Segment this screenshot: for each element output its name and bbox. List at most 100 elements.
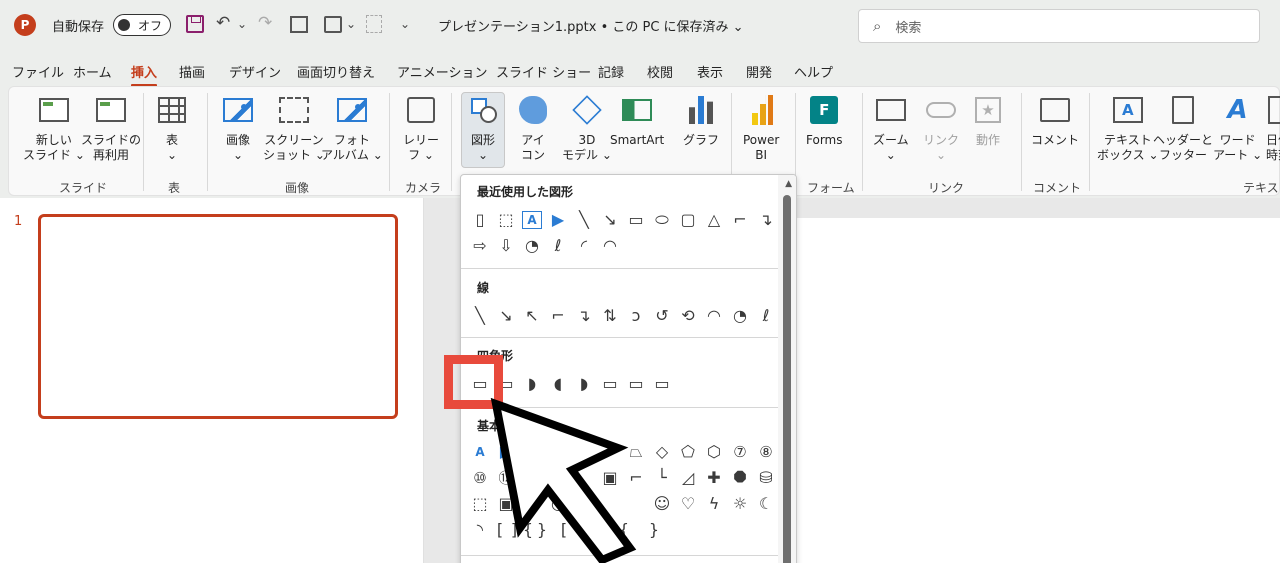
save-icon[interactable] xyxy=(186,15,204,33)
shapes-button[interactable]: 図形 ⌄ xyxy=(461,92,505,168)
line-elbow-arrow[interactable]: ↴ xyxy=(571,303,597,329)
header-footer-button[interactable]: ヘッダーと フッター xyxy=(1153,93,1213,163)
tab-slideshow[interactable]: スライド ショー xyxy=(496,62,591,81)
forms-button[interactable]: F Forms xyxy=(806,93,842,148)
rect-snip-single[interactable]: ◗ xyxy=(519,371,545,397)
tab-animations[interactable]: アニメーション xyxy=(397,62,487,81)
slide-canvas[interactable] xyxy=(796,218,1280,563)
basic-sun[interactable]: ☼ xyxy=(727,491,753,517)
line-freeform[interactable]: ◔ xyxy=(727,303,753,329)
textbox-button[interactable]: A テキスト ボックス ⌄ xyxy=(1097,93,1159,163)
icons-button[interactable]: アイ コン xyxy=(516,93,550,163)
basic-diamond[interactable]: ◇ xyxy=(649,439,675,465)
shape-rectangle[interactable]: ▭ xyxy=(623,207,649,233)
line-curve[interactable]: ◠ xyxy=(701,303,727,329)
autosave-toggle[interactable]: オフ xyxy=(113,14,171,36)
shape-line[interactable]: ╲ xyxy=(571,207,597,233)
shape-arrow-line[interactable]: ↘ xyxy=(597,207,623,233)
basic-octagon[interactable]: ⑧ xyxy=(753,439,779,465)
rect-round-same[interactable]: ▭ xyxy=(649,371,675,397)
tab-insert[interactable]: 挿入 xyxy=(131,62,158,87)
dropdown-scrollbar[interactable]: ▲ xyxy=(778,175,796,563)
basic-heart[interactable]: ♡ xyxy=(675,491,701,517)
new-slide-button[interactable]: 新しい スライド ⌄ xyxy=(23,93,85,163)
scroll-up-icon[interactable]: ▲ xyxy=(785,179,792,189)
wordart-button[interactable]: A ワード アート ⌄ xyxy=(1213,93,1262,163)
undo-dropdown-icon[interactable]: ⌄ xyxy=(237,17,247,31)
shape-freeform[interactable]: ◔ xyxy=(519,233,545,259)
present-icon[interactable] xyxy=(290,16,308,33)
shape-cylinder[interactable]: ▯ xyxy=(467,207,493,233)
line-arrow[interactable]: ↘ xyxy=(493,303,519,329)
date-time-button[interactable]: 日付 時刻 xyxy=(1261,93,1280,163)
tab-home[interactable]: ホーム xyxy=(73,62,112,81)
scroll-thumb[interactable] xyxy=(783,195,791,563)
tab-file[interactable]: ファイル xyxy=(12,62,64,81)
line-scribble[interactable]: ℓ xyxy=(753,303,779,329)
basic-l-shape[interactable]: └ xyxy=(649,465,675,491)
line-double-arrow[interactable]: ↖ xyxy=(519,303,545,329)
basic-hexagon[interactable]: ⬡ xyxy=(701,439,727,465)
tab-view[interactable]: 表示 xyxy=(697,62,723,81)
tab-draw[interactable]: 描画 xyxy=(179,62,205,81)
shape-cube[interactable]: ⬚ xyxy=(493,207,519,233)
basic-plaque[interactable]: ⯃ xyxy=(727,465,753,491)
line-curved-arrow[interactable]: ↺ xyxy=(649,303,675,329)
rect-round-single[interactable]: ▭ xyxy=(623,371,649,397)
line-straight[interactable]: ╲ xyxy=(467,303,493,329)
comment-button[interactable]: コメント xyxy=(1031,93,1079,148)
smartart-button[interactable]: SmartArt xyxy=(610,93,664,148)
line-curved-double-arrow[interactable]: ⟲ xyxy=(675,303,701,329)
shape-vertical-textbox[interactable]: ▶ xyxy=(545,207,571,233)
basic-cross[interactable]: ✚ xyxy=(701,465,727,491)
basic-diagonal-stripe[interactable]: ◿ xyxy=(675,465,701,491)
shape-textbox[interactable]: A xyxy=(522,211,542,229)
table-button[interactable]: 表 ⌄ xyxy=(155,93,189,163)
basic-lightning[interactable]: ϟ xyxy=(701,491,727,517)
tab-developer[interactable]: 開発 xyxy=(746,62,772,81)
powerbi-button[interactable]: Power BI xyxy=(743,93,779,163)
basic-can[interactable]: ⛁ xyxy=(753,465,779,491)
tab-help[interactable]: ヘルプ xyxy=(794,62,833,81)
tab-design[interactable]: デザイン xyxy=(229,62,281,81)
shape-elbow-arrow[interactable]: ↴ xyxy=(753,207,779,233)
basic-pentagon[interactable]: ⬠ xyxy=(675,439,701,465)
undo-icon[interactable]: ↶ xyxy=(216,13,230,33)
line-elbow-double-arrow[interactable]: ⇅ xyxy=(597,303,623,329)
shape-rounded-rectangle[interactable]: ▢ xyxy=(675,207,701,233)
shape-right-arrow[interactable]: ⇨ xyxy=(467,233,493,259)
shape-down-arrow[interactable]: ⇩ xyxy=(493,233,519,259)
cameo-button[interactable]: レリー フ ⌄ xyxy=(403,93,439,163)
reuse-slide-button[interactable]: スライドの 再利用 xyxy=(81,93,141,163)
tab-review[interactable]: 校閲 xyxy=(647,62,673,81)
document-title[interactable]: プレゼンテーション1.pptx • この PC に保存済み ⌄ xyxy=(438,16,744,35)
screenshot-button[interactable]: スクリーン ショット ⌄ xyxy=(263,93,325,163)
shape-curve[interactable]: ◠ xyxy=(597,233,623,259)
shape-oval[interactable]: ⬭ xyxy=(649,207,675,233)
shape-elbow-connector[interactable]: ⌐ xyxy=(727,207,753,233)
quick-access-dropdown-icon[interactable]: ⌄ xyxy=(346,17,356,31)
basic-moon[interactable]: ☾ xyxy=(753,491,779,517)
slide-thumbnail[interactable] xyxy=(38,214,398,419)
quick-access-icon[interactable] xyxy=(324,16,342,33)
rect-snip-same[interactable]: ◖ xyxy=(545,371,571,397)
chart-button[interactable]: グラフ xyxy=(683,93,719,148)
customize-toolbar-icon[interactable]: ⌄ xyxy=(400,17,410,31)
tab-transitions[interactable]: 画面切り替え xyxy=(297,62,375,81)
shape-triangle[interactable]: △ xyxy=(701,207,727,233)
line-curved[interactable]: ↄ xyxy=(623,303,649,329)
images-button[interactable]: 画像 ⌄ xyxy=(221,93,255,163)
shape-scribble[interactable]: ℓ xyxy=(545,233,571,259)
tab-record[interactable]: 記録 xyxy=(598,62,624,81)
3d-models-button[interactable]: 3D モデル ⌄ xyxy=(562,93,612,163)
basic-right-brace-2[interactable]: } xyxy=(639,517,669,543)
line-elbow[interactable]: ⌐ xyxy=(545,303,571,329)
zoom-button[interactable]: ズーム ⌄ xyxy=(873,93,909,163)
basic-smiley[interactable]: ☺ xyxy=(649,491,675,517)
rect-snip-diagonal[interactable]: ◗ xyxy=(571,371,597,397)
basic-heptagon[interactable]: ⑦ xyxy=(727,439,753,465)
rect-snip-round[interactable]: ▭ xyxy=(597,371,623,397)
search-box[interactable]: ⌕ 検索 xyxy=(858,9,1260,43)
shape-arc[interactable]: ◜ xyxy=(571,233,597,259)
photo-album-button[interactable]: フォト アルバム ⌄ xyxy=(321,93,383,163)
